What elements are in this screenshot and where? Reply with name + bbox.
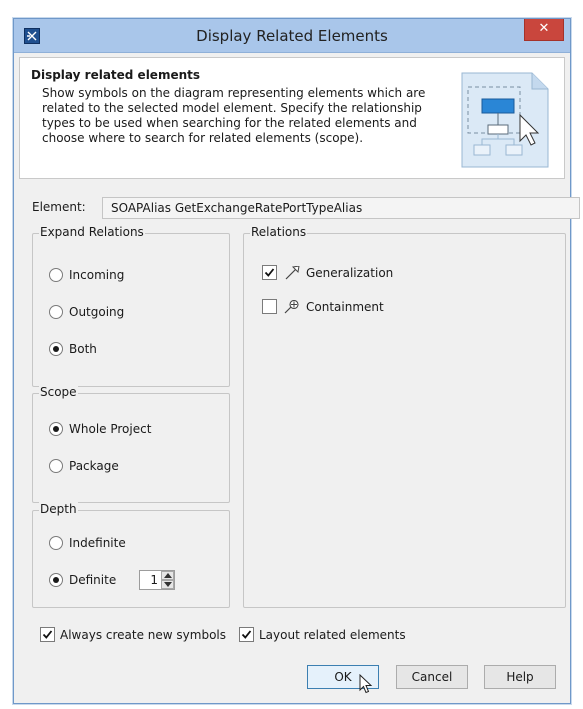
- radio-selected-dot: [53, 426, 59, 432]
- radio-circle[interactable]: [49, 536, 63, 550]
- relations-label: Relations: [250, 225, 308, 239]
- radio-circle[interactable]: [49, 422, 63, 436]
- header-description: Show symbols on the diagram representing…: [42, 86, 426, 145]
- generalization-icon: [285, 266, 300, 280]
- radio-circle[interactable]: [49, 459, 63, 473]
- radio-circle[interactable]: [49, 268, 63, 282]
- element-field: SOAPAlias GetExchangeRatePortTypeAlias: [102, 197, 580, 219]
- radio-selected-dot: [53, 577, 59, 583]
- cancel-button[interactable]: Cancel: [396, 665, 468, 689]
- radio-label: Incoming: [69, 268, 125, 282]
- radio-label: Indefinite: [69, 536, 126, 550]
- depth-group: Depth Indefinite Definite 1: [32, 502, 230, 608]
- depth-label: Depth: [39, 502, 78, 516]
- radio-circle[interactable]: [49, 573, 63, 587]
- layout-related-checkbox[interactable]: [239, 627, 254, 642]
- header-title: Display related elements: [31, 68, 201, 82]
- help-button[interactable]: Help: [484, 665, 556, 689]
- mouse-pointer-icon: [359, 674, 373, 694]
- spinner-up-icon[interactable]: [161, 571, 174, 580]
- radio-label: Whole Project: [69, 422, 152, 436]
- always-create-option[interactable]: Always create new symbols: [40, 627, 240, 645]
- layout-related-label: Layout related elements: [259, 628, 406, 642]
- relation-containment[interactable]: Containment: [262, 299, 462, 317]
- dialog-window: Display Related Elements ✕ Display relat…: [13, 18, 580, 704]
- relation-generalization[interactable]: Generalization: [262, 265, 462, 283]
- radio-selected-dot: [53, 346, 59, 352]
- always-create-label: Always create new symbols: [60, 628, 226, 642]
- expand-relations-group: Expand Relations Incoming Outgoing Both: [32, 225, 230, 387]
- scope-group: Scope Whole Project Package: [32, 385, 230, 503]
- diagram-illustration-icon: [454, 69, 554, 171]
- spinner-down-icon[interactable]: [161, 580, 174, 589]
- containment-label: Containment: [306, 300, 384, 314]
- window-title: Display Related Elements: [196, 27, 388, 45]
- relations-group: Relations Generalization Containment: [243, 225, 566, 608]
- depth-spinner[interactable]: 1: [139, 570, 175, 590]
- close-button[interactable]: ✕: [524, 19, 564, 41]
- radio-circle[interactable]: [49, 342, 63, 356]
- title-bar[interactable]: Display Related Elements ✕: [14, 19, 570, 53]
- radio-label: Both: [69, 342, 97, 356]
- depth-spinner-value[interactable]: 1: [144, 573, 158, 587]
- radio-label: Definite: [69, 573, 117, 587]
- radio-label: Package: [69, 459, 119, 473]
- expand-relations-label: Expand Relations: [39, 225, 145, 239]
- header-panel: Display related elements Show symbols on…: [19, 57, 565, 179]
- element-label: Element:: [32, 200, 86, 214]
- generalization-checkbox[interactable]: [262, 265, 277, 280]
- always-create-checkbox[interactable]: [40, 627, 55, 642]
- radio-label: Outgoing: [69, 305, 125, 319]
- layout-related-option[interactable]: Layout related elements: [239, 627, 419, 645]
- containment-icon: [284, 300, 299, 314]
- radio-circle[interactable]: [49, 305, 63, 319]
- generalization-label: Generalization: [306, 266, 394, 280]
- scope-label: Scope: [39, 385, 78, 399]
- containment-checkbox[interactable]: [262, 299, 277, 314]
